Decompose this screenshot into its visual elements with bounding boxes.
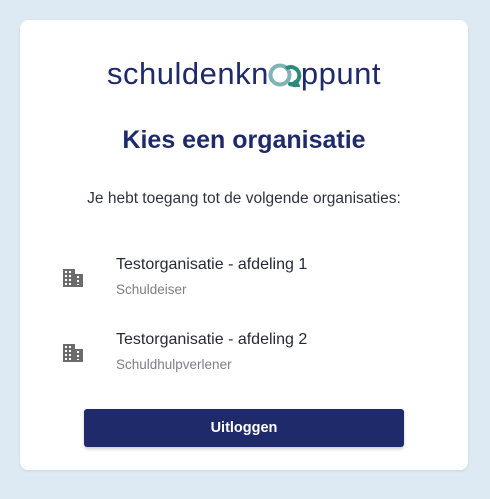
- organisation-name: Testorganisatie - afdeling 1: [116, 256, 308, 273]
- organisation-item-2[interactable]: Testorganisatie - afdeling 2 Schuldhulpv…: [20, 327, 468, 387]
- building-icon: [63, 344, 83, 362]
- logout-button[interactable]: Uitloggen: [84, 409, 404, 447]
- organisation-role: Schuldhulpverlener: [116, 357, 232, 372]
- logo-text-start: schuldenkn: [107, 56, 269, 91]
- logo-text-end: ppunt: [300, 56, 381, 91]
- page-subtitle: Je hebt toegang tot de volgende organisa…: [87, 190, 401, 207]
- organisation-name: Testorganisatie - afdeling 2: [116, 331, 308, 348]
- page-title: Kies een organisatie: [122, 126, 366, 154]
- building-icon: [63, 269, 83, 287]
- organisation-item-1[interactable]: Testorganisatie - afdeling 1 Schuldeiser: [20, 252, 468, 312]
- organisation-role: Schuldeiser: [116, 282, 187, 297]
- schuldenknooppunt-logo: schuldenkn ppunt: [20, 58, 468, 89]
- linked-chat-bubbles-icon: [268, 63, 302, 87]
- login-card: schuldenkn ppunt Kies een organisatie Je …: [20, 20, 468, 470]
